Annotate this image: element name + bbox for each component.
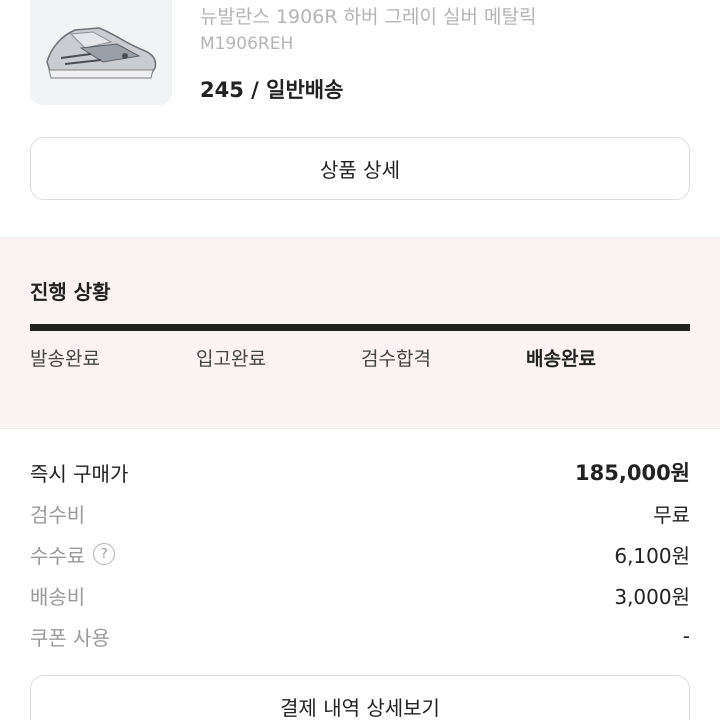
- inspection-label: 검수비: [30, 502, 86, 527]
- product-image[interactable]: [30, 0, 172, 105]
- fee-label: 수수료: [30, 543, 86, 568]
- step-delivered: 배송완료: [526, 348, 596, 370]
- price-row-fee: 수수료 ? 6,100원: [30, 538, 690, 570]
- price-row-shipping: 배송비 3,000원: [30, 579, 690, 611]
- product-name: 뉴발란스 1906R 하버 그레이 실버 메탈릭: [200, 6, 537, 28]
- progress-fill: [30, 324, 690, 331]
- sneaker-image: [46, 26, 157, 78]
- inspection-value: 무료: [653, 502, 690, 527]
- price-row-coupon: 쿠폰 사용 -: [30, 620, 690, 652]
- step-shipped: 발송완료: [30, 348, 100, 370]
- shipping-label: 배송비: [30, 584, 86, 609]
- price-row-inspection: 검수비 무료: [30, 497, 690, 529]
- price-row-buy-now: 즉시 구매가 185,000원: [30, 456, 690, 488]
- progress-bar: [30, 324, 690, 331]
- progress-section: 진행 상황 발송완료 입고완료 검수합격 배송완료: [0, 238, 720, 428]
- progress-title: 진행 상황: [30, 280, 111, 304]
- fee-value: 6,100원: [614, 543, 690, 568]
- help-icon[interactable]: ?: [93, 543, 116, 565]
- coupon-value: -: [682, 624, 690, 648]
- coupon-label: 쿠폰 사용: [30, 625, 110, 650]
- step-received: 입고완료: [196, 348, 266, 370]
- product-option: 245 / 일반배송: [200, 78, 344, 102]
- section-divider: [0, 428, 720, 429]
- buy-now-value: 185,000원: [575, 461, 690, 485]
- buy-now-label: 즉시 구매가: [30, 461, 129, 486]
- product-model: M1906REH: [200, 34, 294, 54]
- shipping-value: 3,000원: [614, 584, 690, 609]
- step-inspected: 검수합격: [361, 348, 431, 370]
- fee-label-group: 수수료 ?: [30, 540, 116, 569]
- product-detail-button[interactable]: 상품 상세: [30, 137, 690, 200]
- payment-details-button[interactable]: 결제 내역 상세보기: [30, 675, 690, 720]
